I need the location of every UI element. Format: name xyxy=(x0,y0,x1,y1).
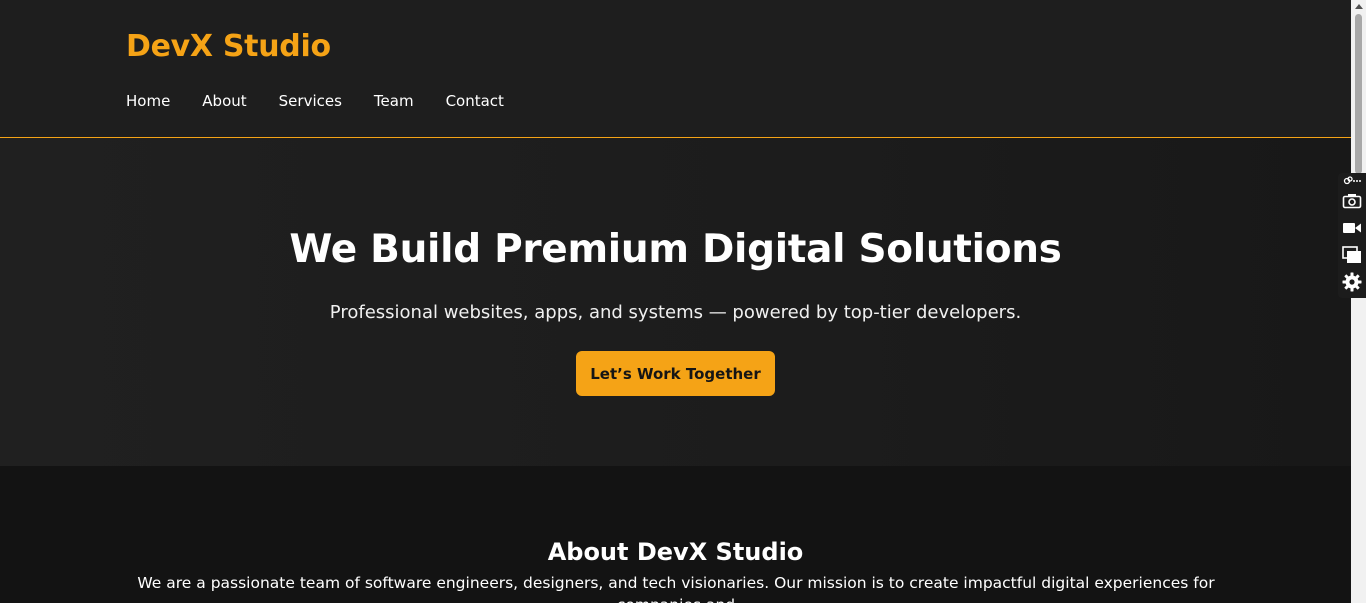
nav-item-services[interactable]: Services xyxy=(279,91,342,111)
record-video-button[interactable] xyxy=(1341,218,1363,238)
camera-icon xyxy=(1342,194,1362,209)
link-icon xyxy=(1343,176,1361,185)
about-text: We are a passionate team of software eng… xyxy=(137,574,1215,603)
hero-subtitle: Professional websites, apps, and systems… xyxy=(329,302,1022,323)
nav-item-team[interactable]: Team xyxy=(374,91,414,111)
cta-button[interactable]: Let’s Work Together xyxy=(576,351,775,396)
screenshot-button[interactable] xyxy=(1341,191,1363,211)
hero-title: We Build Premium Digital Solutions xyxy=(289,227,1062,272)
capture-window-button[interactable] xyxy=(1341,245,1363,265)
site-header: DevX Studio Home About Services Team Con… xyxy=(0,0,1351,138)
toolbar-menu[interactable] xyxy=(1341,175,1363,187)
video-camera-icon xyxy=(1343,223,1361,233)
scrollbar-thumb[interactable] xyxy=(1355,14,1362,174)
vertical-scrollbar[interactable] xyxy=(1351,0,1366,603)
page: DevX Studio Home About Services Team Con… xyxy=(0,0,1351,603)
gear-icon xyxy=(1342,272,1362,292)
about-title: About DevX Studio xyxy=(547,538,804,566)
extension-toolbar xyxy=(1338,173,1366,298)
scroll-up-arrow-icon[interactable] xyxy=(1355,4,1363,9)
brand-logo[interactable]: DevX Studio xyxy=(126,29,331,64)
main-nav: Home About Services Team Contact xyxy=(126,91,536,111)
settings-button[interactable] xyxy=(1341,272,1363,292)
nav-item-about[interactable]: About xyxy=(202,91,246,111)
windows-icon xyxy=(1342,246,1361,263)
browser-viewport: DevX Studio Home About Services Team Con… xyxy=(0,0,1366,603)
hero-section: We Build Premium Digital Solutions Profe… xyxy=(0,138,1351,466)
about-section: About DevX Studio We are a passionate te… xyxy=(0,466,1351,603)
nav-item-home[interactable]: Home xyxy=(126,91,170,111)
nav-item-contact[interactable]: Contact xyxy=(446,91,504,111)
